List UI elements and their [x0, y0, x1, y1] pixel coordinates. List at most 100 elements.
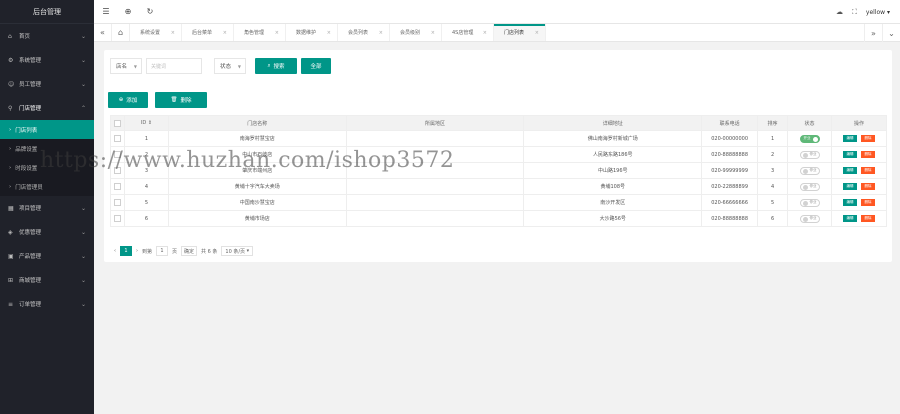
close-icon[interactable]: × — [327, 30, 331, 36]
status-select[interactable]: 状态 ▼ — [214, 58, 246, 74]
home-tab-icon[interactable]: ⌂ — [112, 24, 130, 41]
tab-1[interactable]: 后台菜单 × — [182, 24, 234, 41]
row-checkbox[interactable] — [110, 130, 125, 147]
status-switch[interactable]: 停业 — [799, 214, 820, 223]
keyword-input[interactable]: 关键词 — [146, 58, 202, 74]
edit-button[interactable]: 编辑 — [842, 167, 857, 174]
status-switch[interactable]: 停业 — [799, 198, 820, 207]
sidebar-item-8[interactable]: ≡ 订单管理 ⌄ — [0, 292, 94, 316]
chevron-down-icon: ⌄ — [80, 252, 86, 260]
edit-button[interactable]: 编辑 — [842, 183, 857, 190]
chevron-down-icon: ⌄ — [80, 300, 86, 308]
tab-scroll-left-icon[interactable]: « — [94, 24, 112, 41]
edit-button[interactable]: 编辑 — [842, 199, 857, 206]
row-checkbox[interactable] — [110, 178, 125, 195]
delete-button[interactable]: 删除 — [860, 151, 875, 158]
status-switch[interactable]: 停业 — [799, 166, 820, 175]
refresh-icon[interactable]: ↻ — [140, 7, 160, 16]
globe-icon[interactable]: ⊕ — [118, 7, 138, 16]
search-button[interactable]: ⌕ 搜索 — [255, 58, 297, 74]
sidebar-item-0[interactable]: ⌂ 首页 ⌄ — [0, 24, 94, 48]
edit-button[interactable]: 编辑 — [842, 135, 857, 142]
theme-icon[interactable]: ☁ — [836, 8, 843, 16]
sidebar-subitem-3[interactable]: › 门店管理员 — [0, 177, 94, 196]
status-switch[interactable]: 开业 — [799, 134, 820, 143]
row-checkbox[interactable] — [110, 162, 125, 179]
tab-6[interactable]: 4S店管理 × — [442, 24, 494, 41]
all-button[interactable]: 全部 — [301, 58, 331, 74]
edit-button[interactable]: 编辑 — [842, 215, 857, 222]
next-page-icon[interactable]: › — [136, 248, 138, 254]
goto-page-input[interactable]: 1 — [156, 246, 169, 256]
chevron-up-icon: ⌃ — [80, 104, 86, 112]
cell-actions: 编辑 删除 — [830, 146, 888, 163]
tab-3[interactable]: 数据维护 × — [286, 24, 338, 41]
field-select[interactable]: 店名 ▼ — [110, 58, 142, 74]
sort-icon: ⇕ — [147, 120, 153, 126]
sidebar-item-3[interactable]: ⚲ 门店管理 ⌃ — [0, 96, 94, 120]
select-all-checkbox[interactable] — [110, 115, 125, 131]
chevron-down-icon: ⌄ — [80, 276, 86, 284]
sidebar-item-1[interactable]: ⚙ 系统管理 ⌄ — [0, 48, 94, 72]
close-icon[interactable]: × — [275, 30, 279, 36]
row-checkbox[interactable] — [110, 194, 125, 211]
cell-region — [345, 146, 525, 163]
close-icon[interactable]: × — [223, 30, 227, 36]
sidebar-item-7[interactable]: ⊞ 商城管理 ⌄ — [0, 268, 94, 292]
edit-button[interactable]: 编辑 — [842, 151, 857, 158]
fullscreen-icon[interactable]: ⛶ — [852, 8, 857, 17]
tab-7[interactable]: 门店列表 × — [494, 24, 546, 41]
status-switch[interactable]: 停业 — [799, 150, 820, 159]
table-body: 1 南海罗村慧宝店 佛山南海罗村新城广场 020-00000000 1 开业 编辑 删除 2 中山… — [110, 130, 888, 227]
action-bar: ⊕ 添加 🗑 删除 — [108, 92, 207, 108]
tab-5[interactable]: 会员级别 × — [390, 24, 442, 41]
close-icon[interactable]: × — [171, 30, 175, 36]
sidebar-item-2[interactable]: ☺ 员工管理 ⌄ — [0, 72, 94, 96]
add-button[interactable]: ⊕ 添加 — [108, 92, 148, 108]
delete-button[interactable]: 删除 — [860, 215, 875, 222]
tab-2[interactable]: 角色管理 × — [234, 24, 286, 41]
sidebar-item-4[interactable]: ▦ 项目管理 ⌄ — [0, 196, 94, 220]
per-page-select[interactable]: 10 条/页 ▾ — [221, 246, 254, 256]
batch-delete-button[interactable]: 🗑 删除 — [155, 92, 207, 108]
cell-id: 2 — [123, 146, 169, 163]
prev-page-icon[interactable]: ‹ — [114, 248, 116, 254]
menu-toggle-icon[interactable]: ☰ — [96, 7, 116, 16]
cell-phone: 020-99999999 — [701, 162, 759, 179]
user-menu[interactable]: yellow ▾ — [866, 9, 890, 16]
cell-actions: 编辑 删除 — [830, 194, 888, 211]
sidebar-subitem-1[interactable]: › 品牌设置 — [0, 139, 94, 158]
cell-sort: 4 — [757, 178, 789, 195]
close-icon[interactable]: × — [535, 30, 539, 36]
delete-button[interactable]: 删除 — [860, 135, 875, 142]
close-icon[interactable]: × — [483, 30, 487, 36]
row-checkbox[interactable] — [110, 146, 125, 163]
cell-phone: 020-66666666 — [701, 194, 759, 211]
tab-0[interactable]: 系统设置 × — [130, 24, 182, 41]
status-switch[interactable]: 停业 — [799, 182, 820, 191]
table-row: 3 肇庆市端州店 中山路196号 020-99999999 3 停业 编辑 删除 — [110, 162, 888, 179]
page-unit: 页 — [172, 248, 178, 255]
cell-sort: 6 — [757, 210, 789, 227]
sidebar-subitem-0[interactable]: › 门店列表 — [0, 120, 94, 139]
cell-name: 中山市石岐店 — [167, 146, 347, 163]
delete-button[interactable]: 删除 — [860, 183, 875, 190]
delete-button[interactable]: 删除 — [860, 167, 875, 174]
tab-scroll-right-icon[interactable]: » — [864, 24, 882, 42]
row-checkbox[interactable] — [110, 210, 125, 227]
cell-id: 4 — [123, 178, 169, 195]
page-current[interactable]: 1 — [120, 246, 132, 256]
chevron-down-icon: ▼ — [237, 63, 241, 69]
box-icon: ▣ — [8, 252, 14, 260]
tab-menu-icon[interactable]: ⌄ — [882, 24, 900, 42]
delete-button[interactable]: 删除 — [860, 199, 875, 206]
sidebar-item-6[interactable]: ▣ 产品管理 ⌄ — [0, 244, 94, 268]
close-icon[interactable]: × — [379, 30, 383, 36]
close-icon[interactable]: × — [431, 30, 435, 36]
cell-region — [345, 210, 525, 227]
sidebar-item-5[interactable]: ◈ 优惠管理 ⌄ — [0, 220, 94, 244]
goto-confirm-button[interactable]: 确定 — [181, 246, 198, 256]
sidebar-subitem-2[interactable]: › 时段设置 — [0, 158, 94, 177]
col-id[interactable]: ID ⇕ — [123, 115, 169, 131]
tab-4[interactable]: 会员列表 × — [338, 24, 390, 41]
